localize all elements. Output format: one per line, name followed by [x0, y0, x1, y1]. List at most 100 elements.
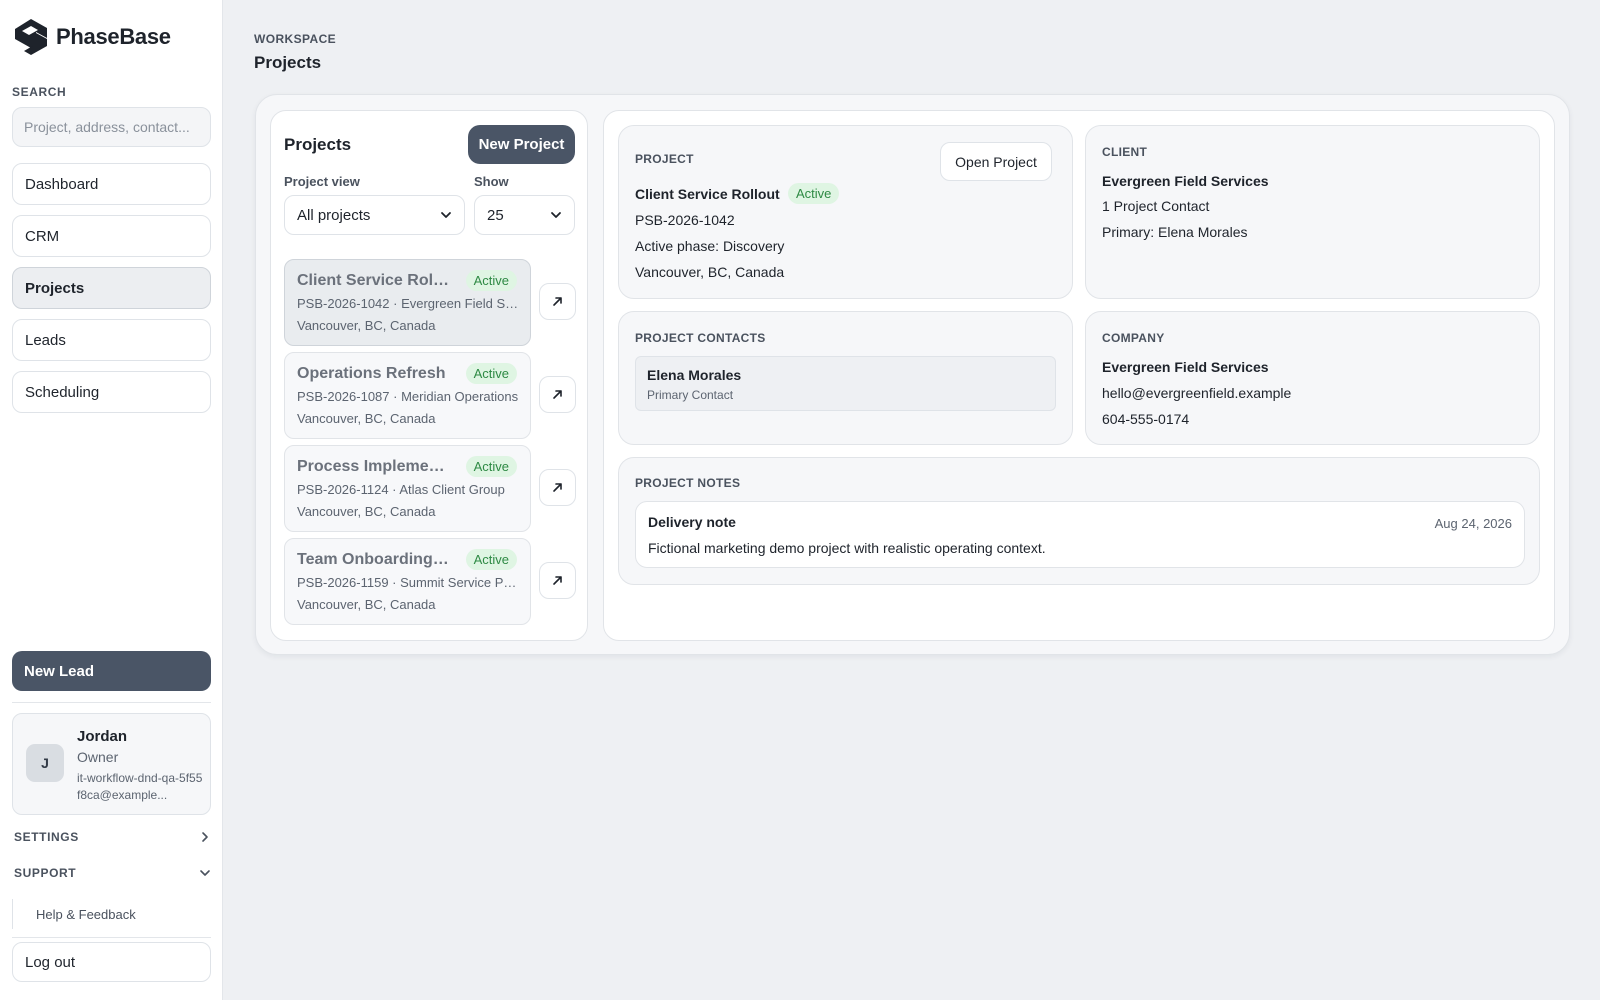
- contact-item[interactable]: Elena Morales Primary Contact: [635, 356, 1056, 411]
- avatar: J: [26, 744, 64, 782]
- client-contacts-count: 1 Project Contact: [1102, 198, 1210, 214]
- note-title: Delivery note: [648, 514, 736, 530]
- project-location: Vancouver, BC, Canada: [297, 504, 436, 519]
- app-name: PhaseBase: [56, 24, 171, 49]
- show-label: Show: [474, 174, 509, 189]
- project-card[interactable]: Operations Refresh Active PSB-2026-1087 …: [284, 352, 531, 439]
- nav-scheduling[interactable]: Scheduling: [12, 371, 211, 413]
- project-name: Client Service Rollout: [635, 186, 780, 202]
- company-section-label: COMPANY: [1102, 331, 1165, 345]
- client-section-label: CLIENT: [1102, 145, 1148, 159]
- nav-label: Projects: [25, 279, 85, 297]
- project-card[interactable]: Process Implementation Active PSB-2026-1…: [284, 445, 531, 532]
- status-badge: Active: [465, 456, 517, 477]
- company-name: Evergreen Field Services: [1102, 359, 1269, 375]
- breadcrumb: WORKSPACE: [254, 32, 337, 46]
- project-card[interactable]: Team Onboarding Program Active PSB-2026-…: [284, 538, 531, 625]
- settings-toggle[interactable]: SETTINGS: [14, 830, 211, 844]
- project-meta: PSB-2026-1087 · Meridian Operations: [297, 389, 519, 404]
- project-detail-panel: PROJECT Open Project Client Service Roll…: [603, 110, 1555, 641]
- nav-leads[interactable]: Leads: [12, 319, 211, 361]
- company-phone: 604-555-0174: [1102, 411, 1190, 427]
- open-project-button[interactable]: [539, 469, 576, 506]
- project-location: Vancouver, BC, Canada: [297, 411, 436, 426]
- note-item[interactable]: Delivery note Aug 24, 2026 Fictional mar…: [635, 501, 1525, 568]
- client-primary-contact: Primary: Elena Morales: [1102, 224, 1248, 240]
- logout-button[interactable]: Log out: [12, 942, 211, 982]
- list-item: Process Implementation Active PSB-2026-1…: [284, 445, 576, 532]
- contact-role: Primary Contact: [647, 388, 734, 402]
- client-card: CLIENT Evergreen Field Services 1 Projec…: [1085, 125, 1540, 299]
- project-meta: PSB-2026-1042 · Evergreen Field Services: [297, 296, 519, 311]
- project-view-select[interactable]: All projects: [284, 195, 465, 235]
- help-feedback-link[interactable]: Help & Feedback: [12, 899, 136, 929]
- project-location: Vancouver, BC, Canada: [297, 597, 436, 612]
- company-card: COMPANY Evergreen Field Services hello@e…: [1085, 311, 1540, 445]
- nav-dashboard[interactable]: Dashboard: [12, 163, 211, 205]
- project-meta: PSB-2026-1159 · Summit Service Partners: [297, 575, 519, 590]
- project-view-label: Project view: [284, 174, 360, 189]
- support-label: SUPPORT: [14, 866, 77, 880]
- select-value: 25: [487, 206, 504, 224]
- nav-label: Scheduling: [25, 383, 100, 401]
- status-badge: Active: [465, 549, 517, 570]
- support-toggle[interactable]: SUPPORT: [14, 866, 211, 880]
- project-meta: PSB-2026-1124 · Atlas Client Group: [297, 482, 505, 497]
- open-project-button[interactable]: [539, 283, 576, 320]
- project-location: Vancouver, BC, Canada: [635, 264, 785, 280]
- sidebar: PhaseBase SEARCH Dashboard CRM Projects …: [0, 0, 223, 1000]
- list-item: Operations Refresh Active PSB-2026-1087 …: [284, 352, 576, 439]
- project-name: Operations Refresh: [297, 365, 446, 382]
- project-name: Process Implementation: [297, 458, 452, 475]
- project-notes-card: PROJECT NOTES Delivery note Aug 24, 2026…: [618, 457, 1540, 585]
- user-name: Jordan: [77, 728, 128, 745]
- new-project-button[interactable]: New Project: [468, 125, 575, 164]
- open-project-button[interactable]: [539, 562, 576, 599]
- divider: [12, 937, 211, 938]
- arrow-up-right-icon: [553, 390, 562, 399]
- user-card[interactable]: J Jordan Owner it-workflow-dnd-qa-5f55f8…: [12, 713, 211, 815]
- project-summary-card: PROJECT Open Project Client Service Roll…: [618, 125, 1073, 299]
- search-input[interactable]: [12, 107, 211, 147]
- project-contacts-card: PROJECT CONTACTS Elena Morales Primary C…: [618, 311, 1073, 445]
- arrow-up-right-icon: [553, 576, 562, 585]
- project-phase: Active phase: Discovery: [635, 238, 785, 254]
- open-project-button[interactable]: [539, 376, 576, 413]
- notes-section-label: PROJECT NOTES: [635, 476, 741, 490]
- select-value: All projects: [297, 206, 371, 224]
- list-item: Client Service Rollout Active PSB-2026-1…: [284, 259, 576, 346]
- note-date: Aug 24, 2026: [1434, 516, 1512, 531]
- nav-label: Leads: [25, 331, 66, 349]
- contact-name: Elena Morales: [647, 367, 742, 383]
- project-code: PSB-2026-1042: [635, 212, 735, 228]
- app-logo[interactable]: PhaseBase: [12, 18, 171, 56]
- status-badge: Active: [465, 270, 517, 291]
- status-badge: Active: [788, 183, 840, 204]
- chevron-down-icon: [200, 870, 210, 876]
- status-badge: Active: [465, 363, 517, 384]
- company-email: hello@evergreenfield.example: [1102, 385, 1292, 401]
- project-card[interactable]: Client Service Rollout Active PSB-2026-1…: [284, 259, 531, 346]
- list-item: Team Onboarding Program Active PSB-2026-…: [284, 538, 576, 625]
- project-name: Team Onboarding Program: [297, 551, 452, 568]
- new-lead-button[interactable]: New Lead: [12, 651, 211, 691]
- search-label: SEARCH: [12, 85, 67, 99]
- user-email: it-workflow-dnd-qa-5f55f8ca@example...: [77, 771, 203, 802]
- user-role: Owner: [77, 749, 119, 765]
- open-project-button[interactable]: Open Project: [940, 142, 1052, 181]
- chevron-right-icon: [202, 832, 208, 842]
- nav-projects[interactable]: Projects: [12, 267, 211, 309]
- settings-label: SETTINGS: [14, 830, 79, 844]
- client-name: Evergreen Field Services: [1102, 173, 1269, 189]
- show-count-select[interactable]: 25: [474, 195, 575, 235]
- project-section-label: PROJECT: [635, 152, 694, 166]
- project-name: Client Service Rollout: [297, 272, 452, 289]
- page-title: Projects: [254, 53, 322, 72]
- arrow-up-right-icon: [553, 483, 562, 492]
- list-title: Projects: [284, 135, 352, 154]
- project-list-panel: Projects New Project Project view All pr…: [270, 110, 588, 641]
- nav-crm[interactable]: CRM: [12, 215, 211, 257]
- arrow-up-right-icon: [553, 297, 562, 306]
- divider: [12, 702, 211, 703]
- project-location: Vancouver, BC, Canada: [297, 318, 436, 333]
